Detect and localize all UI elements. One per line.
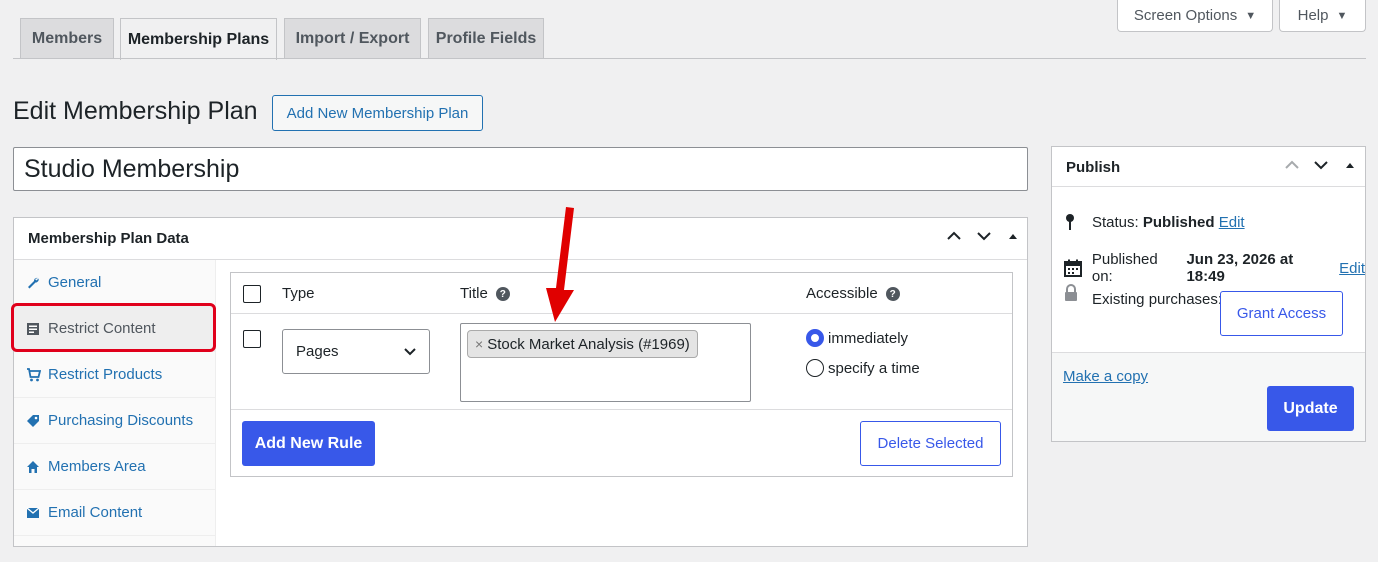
calendar-icon bbox=[1064, 259, 1092, 277]
screen-options-label: Screen Options bbox=[1133, 7, 1238, 24]
tab-profile-fields[interactable]: Profile Fields bbox=[428, 18, 544, 59]
page-title: Edit Membership Plan bbox=[13, 97, 258, 125]
tab-import-export[interactable]: Import / Export bbox=[284, 18, 421, 59]
table-row: Pages × Stock Market Analysis (#1969) im… bbox=[231, 314, 1012, 410]
column-header-type: Type bbox=[282, 285, 315, 302]
collapse-toggle-icon[interactable] bbox=[1344, 159, 1356, 171]
publish-title: Publish bbox=[1066, 159, 1121, 176]
plan-data-sidebar: General Restrict Content Restrict Produc… bbox=[14, 260, 216, 546]
nav-item-restrict-products[interactable]: Restrict Products bbox=[14, 352, 216, 398]
nav-item-members-area[interactable]: Members Area bbox=[14, 444, 216, 490]
help-label: Help bbox=[1297, 7, 1329, 24]
update-button[interactable]: Update bbox=[1267, 386, 1354, 431]
tab-membership-plans[interactable]: Membership Plans bbox=[120, 18, 277, 60]
content-type-value: Pages bbox=[296, 343, 339, 360]
chevron-down-icon[interactable] bbox=[1313, 157, 1329, 173]
lock-icon bbox=[1064, 283, 1092, 302]
collapse-toggle-icon[interactable] bbox=[1007, 230, 1019, 242]
pin-icon bbox=[1064, 213, 1092, 231]
nav-item-restrict-content[interactable]: Restrict Content bbox=[14, 306, 216, 352]
help-button[interactable]: Help ▼ bbox=[1279, 0, 1366, 32]
published-on-value: Jun 23, 2026 at 18:49 bbox=[1186, 251, 1294, 285]
make-a-copy-link[interactable]: Make a copy bbox=[1063, 368, 1148, 385]
chevron-up-icon[interactable] bbox=[1284, 157, 1300, 173]
radio-button-checked[interactable] bbox=[806, 329, 824, 347]
radio-label: immediately bbox=[828, 329, 909, 347]
nav-item-general[interactable]: General bbox=[14, 260, 216, 306]
cart-icon bbox=[26, 367, 48, 382]
tab-members[interactable]: Members bbox=[20, 18, 114, 59]
publish-header: Publish bbox=[1052, 147, 1365, 187]
screen-options-button[interactable]: Screen Options ▼ bbox=[1117, 0, 1273, 32]
nav-item-label: General bbox=[48, 274, 102, 291]
home-icon bbox=[26, 460, 48, 474]
help-icon[interactable]: ? bbox=[495, 287, 510, 302]
add-new-rule-button[interactable]: Add New Rule bbox=[242, 421, 375, 466]
caret-down-icon: ▼ bbox=[1245, 9, 1257, 22]
nav-item-label: Restrict Products bbox=[48, 366, 163, 383]
published-on-edit-link[interactable]: Edit bbox=[1339, 260, 1365, 277]
publish-box: Publish Status: Published Edit Published… bbox=[1051, 146, 1366, 442]
wrench-icon bbox=[26, 276, 48, 290]
publish-actions: Make a copy Update bbox=[1052, 352, 1365, 441]
nav-item-label: Purchasing Discounts bbox=[48, 412, 194, 429]
grant-access-button[interactable]: Grant Access bbox=[1220, 291, 1343, 336]
existing-purchases-label: Existing purchases: bbox=[1092, 291, 1223, 308]
row-checkbox[interactable] bbox=[243, 330, 261, 348]
add-new-membership-plan-button[interactable]: Add New Membership Plan bbox=[272, 95, 483, 131]
radio-label: specify a time bbox=[828, 359, 920, 377]
content-type-select[interactable]: Pages bbox=[282, 329, 430, 374]
tag-icon bbox=[26, 414, 48, 428]
post-content-icon bbox=[26, 322, 48, 336]
membership-plan-data-box: Membership Plan Data General Restrict Co… bbox=[13, 217, 1028, 547]
column-header-title-label: Title bbox=[460, 285, 488, 302]
column-header-accessible-label: Accessible bbox=[806, 285, 878, 302]
published-on-label: Published on: bbox=[1091, 251, 1158, 285]
select-all-checkbox[interactable] bbox=[243, 285, 261, 303]
remove-chip-icon[interactable]: × bbox=[475, 336, 483, 352]
tab-divider bbox=[13, 58, 1366, 59]
radio-button[interactable] bbox=[806, 359, 824, 377]
nav-item-label: Restrict Content bbox=[48, 320, 156, 337]
status-label: Status: bbox=[1092, 213, 1139, 231]
radio-specify-a-time[interactable]: specify a time bbox=[806, 359, 920, 377]
radio-immediately[interactable]: immediately bbox=[806, 329, 908, 347]
table-header-row: Type Title? Accessible? bbox=[231, 273, 1012, 314]
box-header: Membership Plan Data bbox=[14, 218, 1027, 260]
content-rules-table: Type Title? Accessible? Pages × Stock Ma… bbox=[230, 272, 1013, 477]
status-value: Published bbox=[1142, 213, 1215, 231]
status-edit-link[interactable]: Edit bbox=[1219, 214, 1245, 231]
nav-item-label: Members Area bbox=[48, 458, 146, 475]
title-search-select[interactable]: × Stock Market Analysis (#1969) bbox=[460, 323, 751, 402]
chevron-down-icon[interactable] bbox=[976, 228, 992, 244]
plan-title-input[interactable]: Studio Membership bbox=[13, 147, 1028, 191]
chip-label: Stock Market Analysis (#1969) bbox=[487, 335, 690, 353]
nav-item-email-content[interactable]: Email Content bbox=[14, 490, 216, 536]
column-header-accessible: Accessible? bbox=[806, 285, 900, 302]
existing-purchases-row: Existing purchases: bbox=[1064, 283, 1223, 308]
chevron-up-icon[interactable] bbox=[946, 228, 962, 244]
help-icon[interactable]: ? bbox=[885, 287, 900, 302]
published-on-row: Published on: Jun 23, 2026 at 18:49 Edit bbox=[1064, 251, 1365, 285]
delete-selected-button[interactable]: Delete Selected bbox=[860, 421, 1001, 466]
box-title: Membership Plan Data bbox=[28, 230, 189, 247]
nav-item-purchasing-discounts[interactable]: Purchasing Discounts bbox=[14, 398, 216, 444]
selected-title-chip: × Stock Market Analysis (#1969) bbox=[467, 330, 698, 358]
email-icon bbox=[26, 507, 48, 519]
column-header-title: Title? bbox=[460, 285, 510, 302]
status-row: Status: Published Edit bbox=[1064, 213, 1245, 231]
caret-down-icon: ▼ bbox=[1336, 9, 1348, 22]
nav-item-label: Email Content bbox=[48, 504, 143, 521]
chevron-down-icon bbox=[403, 345, 417, 363]
